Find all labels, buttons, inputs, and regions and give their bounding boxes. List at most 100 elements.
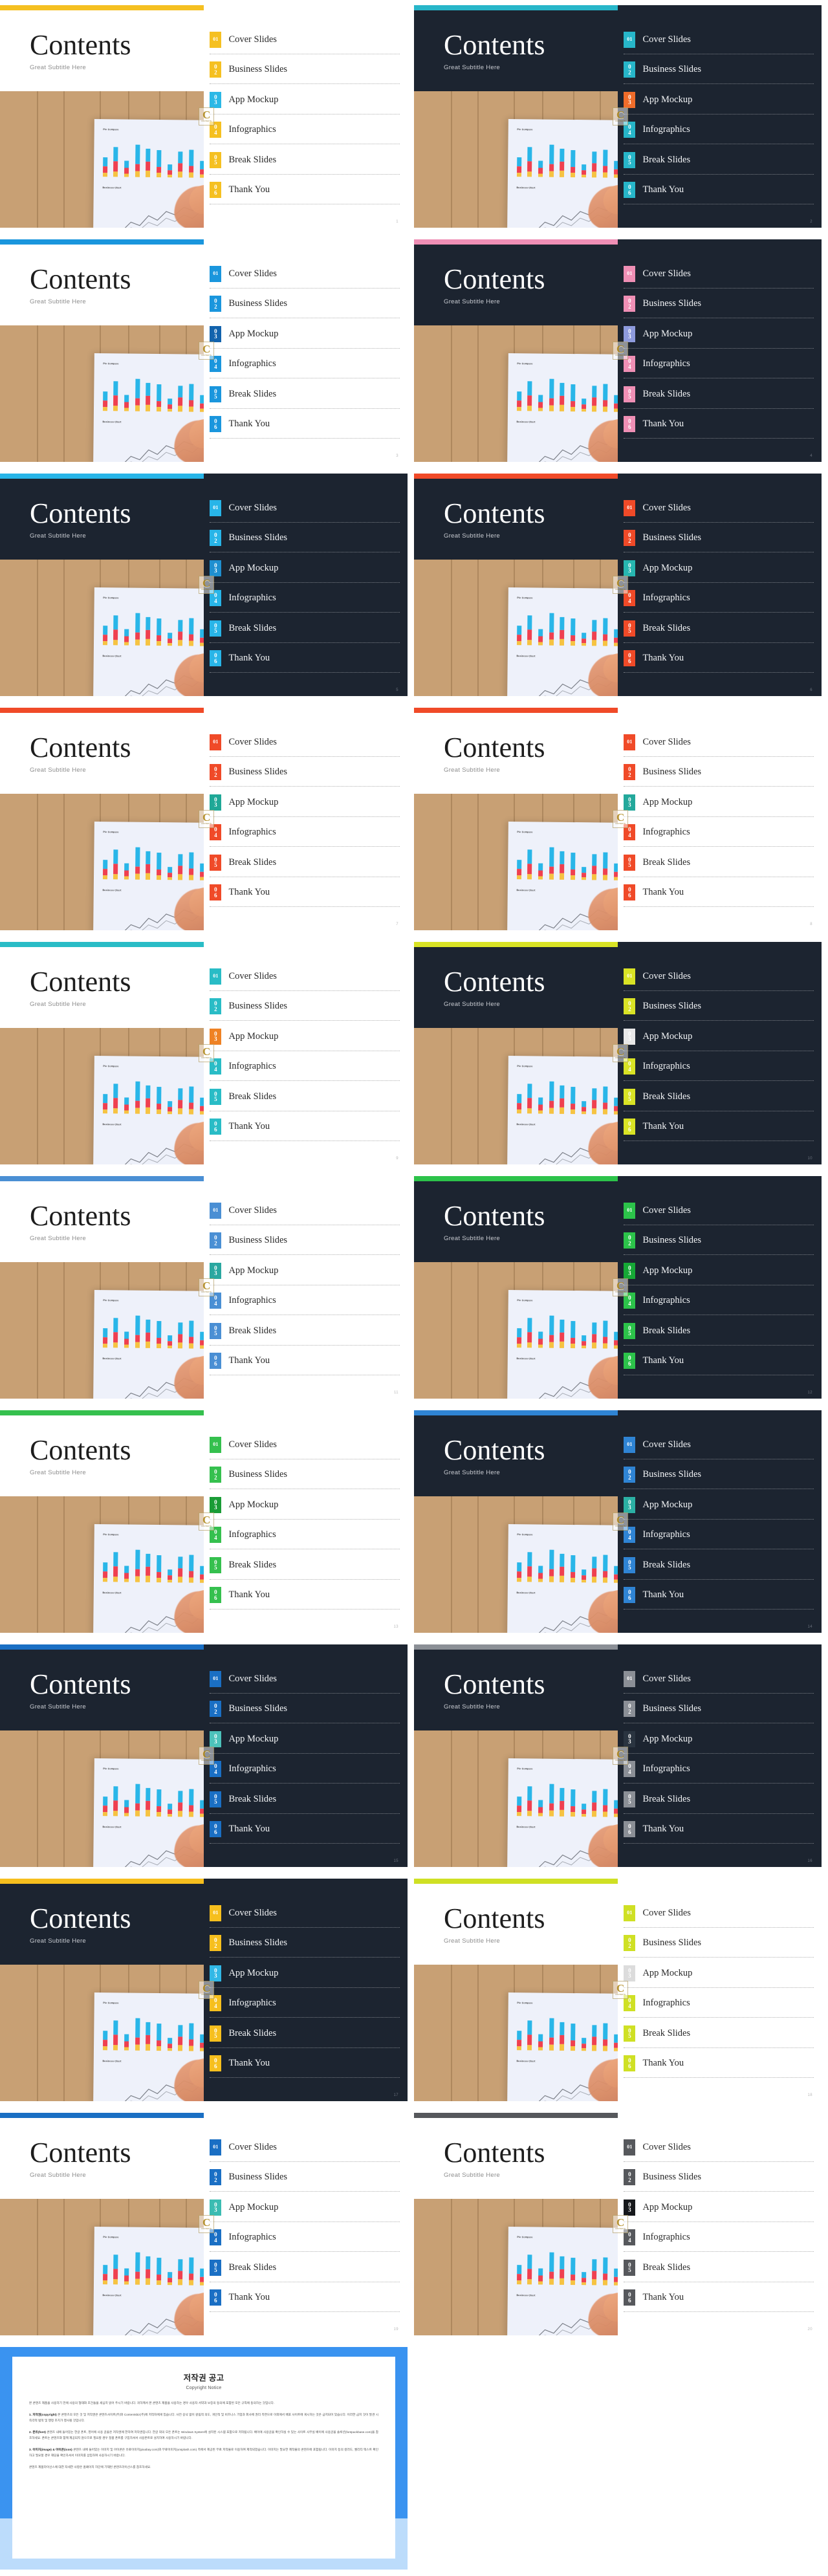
contents-item-3[interactable]: 03 App Mockup: [210, 553, 400, 584]
contents-item-4[interactable]: 04 Infographics: [624, 1754, 814, 1785]
contents-item-6[interactable]: 06 Thank You: [210, 644, 400, 674]
contents-item-1[interactable]: 01 Cover Slides: [624, 961, 814, 992]
contents-item-6[interactable]: 06 Thank You: [624, 1346, 814, 1377]
contents-item-1[interactable]: 01 Cover Slides: [624, 2132, 814, 2163]
contents-item-1[interactable]: 01 Cover Slides: [624, 1898, 814, 1928]
contents-item-2[interactable]: 02 Business Slides: [210, 1694, 400, 1725]
contents-item-3[interactable]: 03 App Mockup: [624, 1490, 814, 1520]
contents-item-6[interactable]: 06 Thank You: [210, 1815, 400, 1845]
contents-item-5[interactable]: 05 Break Slides: [210, 145, 400, 175]
contents-item-6[interactable]: 06 Thank You: [210, 878, 400, 908]
contents-item-3[interactable]: 03 App Mockup: [210, 2192, 400, 2223]
contents-item-3[interactable]: 03 App Mockup: [624, 1021, 814, 1052]
contents-item-3[interactable]: 03 App Mockup: [210, 787, 400, 818]
slide-thumbnail-16[interactable]: Contents Great Subtitle Here Pie Compare…: [414, 1639, 828, 1873]
contents-item-6[interactable]: 06 Thank You: [210, 409, 400, 440]
contents-item-2[interactable]: 02 Business Slides: [210, 758, 400, 788]
contents-item-4[interactable]: 04 Infographics: [624, 1520, 814, 1551]
contents-item-2[interactable]: 02 Business Slides: [624, 289, 814, 320]
contents-item-2[interactable]: 02 Business Slides: [210, 992, 400, 1022]
contents-item-2[interactable]: 02 Business Slides: [624, 1226, 814, 1256]
slide-thumbnail-7[interactable]: Contents Great Subtitle Here Pie Compare…: [0, 703, 414, 937]
contents-item-6[interactable]: 06 Thank You: [624, 1580, 814, 1611]
contents-item-2[interactable]: 02 Business Slides: [624, 992, 814, 1022]
contents-item-5[interactable]: 05 Break Slides: [624, 1316, 814, 1346]
contents-item-1[interactable]: 01 Cover Slides: [210, 727, 400, 758]
contents-item-4[interactable]: 04 Infographics: [210, 349, 400, 380]
contents-item-1[interactable]: 01 Cover Slides: [210, 2132, 400, 2163]
contents-item-5[interactable]: 05 Break Slides: [624, 2018, 814, 2049]
contents-item-6[interactable]: 06 Thank You: [624, 409, 814, 440]
contents-item-1[interactable]: 01 Cover Slides: [210, 1195, 400, 1226]
contents-item-2[interactable]: 02 Business Slides: [624, 1928, 814, 1959]
slide-thumbnail-13[interactable]: Contents Great Subtitle Here Pie Compare…: [0, 1405, 414, 1639]
slide-thumbnail-14[interactable]: Contents Great Subtitle Here Pie Compare…: [414, 1405, 828, 1639]
contents-item-6[interactable]: 06 Thank You: [210, 1112, 400, 1142]
contents-item-4[interactable]: 04 Infographics: [210, 2223, 400, 2253]
slide-thumbnail-6[interactable]: Contents Great Subtitle Here Pie Compare…: [414, 468, 828, 703]
contents-item-5[interactable]: 05 Break Slides: [624, 1082, 814, 1112]
contents-item-3[interactable]: 03 App Mockup: [210, 1490, 400, 1520]
contents-item-1[interactable]: 01 Cover Slides: [210, 961, 400, 992]
contents-item-2[interactable]: 02 Business Slides: [624, 55, 814, 85]
slide-thumbnail-17[interactable]: Contents Great Subtitle Here Pie Compare…: [0, 1873, 414, 2108]
contents-item-5[interactable]: 05 Break Slides: [210, 1082, 400, 1112]
contents-item-4[interactable]: 04 Infographics: [210, 1520, 400, 1551]
contents-item-2[interactable]: 02 Business Slides: [624, 1694, 814, 1725]
slide-thumbnail-2[interactable]: Contents Great Subtitle Here Pie Compare…: [414, 0, 828, 234]
slide-thumbnail-copyright[interactable]: 저작권 공고 Copyright Notice 본 콘텐츠 제품을 사용하기 전…: [0, 2342, 414, 2576]
contents-item-3[interactable]: 03 App Mockup: [210, 1724, 400, 1754]
contents-item-1[interactable]: 01 Cover Slides: [624, 727, 814, 758]
contents-item-5[interactable]: 05 Break Slides: [624, 379, 814, 409]
contents-item-2[interactable]: 02 Business Slides: [210, 1460, 400, 1490]
contents-item-4[interactable]: 04 Infographics: [624, 2223, 814, 2253]
slide-thumbnail-12[interactable]: Contents Great Subtitle Here Pie Compare…: [414, 1171, 828, 1405]
contents-item-3[interactable]: 03 App Mockup: [624, 319, 814, 349]
contents-item-4[interactable]: 04 Infographics: [624, 1286, 814, 1316]
contents-item-4[interactable]: 04 Infographics: [210, 115, 400, 146]
contents-item-3[interactable]: 03 App Mockup: [210, 1958, 400, 1989]
contents-item-3[interactable]: 03 App Mockup: [624, 2192, 814, 2223]
contents-item-5[interactable]: 05 Break Slides: [210, 847, 400, 878]
contents-item-6[interactable]: 06 Thank You: [210, 2283, 400, 2313]
contents-item-4[interactable]: 04 Infographics: [624, 584, 814, 614]
contents-item-6[interactable]: 06 Thank You: [210, 175, 400, 206]
contents-item-6[interactable]: 06 Thank You: [624, 1815, 814, 1845]
contents-item-5[interactable]: 05 Break Slides: [624, 2253, 814, 2283]
slide-thumbnail-19[interactable]: Contents Great Subtitle Here Pie Compare…: [0, 2108, 414, 2342]
contents-item-3[interactable]: 03 App Mockup: [210, 1256, 400, 1286]
slide-thumbnail-5[interactable]: Contents Great Subtitle Here Pie Compare…: [0, 468, 414, 703]
contents-item-1[interactable]: 01 Cover Slides: [624, 259, 814, 289]
contents-item-3[interactable]: 03 App Mockup: [210, 319, 400, 349]
contents-item-6[interactable]: 06 Thank You: [210, 1346, 400, 1377]
contents-item-6[interactable]: 06 Thank You: [624, 175, 814, 206]
slide-thumbnail-10[interactable]: Contents Great Subtitle Here Pie Compare…: [414, 937, 828, 1171]
contents-item-6[interactable]: 06 Thank You: [624, 878, 814, 908]
contents-item-4[interactable]: 04 Infographics: [624, 818, 814, 848]
contents-item-3[interactable]: 03 App Mockup: [624, 1958, 814, 1989]
slide-thumbnail-8[interactable]: Contents Great Subtitle Here Pie Compare…: [414, 703, 828, 937]
contents-item-2[interactable]: 02 Business Slides: [210, 1226, 400, 1256]
contents-item-4[interactable]: 04 Infographics: [210, 1286, 400, 1316]
contents-item-4[interactable]: 04 Infographics: [210, 584, 400, 614]
contents-item-1[interactable]: 01 Cover Slides: [210, 493, 400, 523]
contents-item-4[interactable]: 04 Infographics: [624, 115, 814, 146]
contents-item-3[interactable]: 03 App Mockup: [210, 1021, 400, 1052]
contents-item-1[interactable]: 01 Cover Slides: [210, 1664, 400, 1694]
contents-item-5[interactable]: 05 Break Slides: [624, 613, 814, 644]
contents-item-1[interactable]: 01 Cover Slides: [210, 259, 400, 289]
contents-item-1[interactable]: 01 Cover Slides: [210, 25, 400, 55]
contents-item-5[interactable]: 05 Break Slides: [210, 1316, 400, 1346]
slide-thumbnail-4[interactable]: Contents Great Subtitle Here Pie Compare…: [414, 234, 828, 468]
contents-item-5[interactable]: 05 Break Slides: [624, 1550, 814, 1580]
contents-item-3[interactable]: 03 App Mockup: [624, 1724, 814, 1754]
contents-item-3[interactable]: 03 App Mockup: [624, 85, 814, 115]
contents-item-2[interactable]: 02 Business Slides: [210, 289, 400, 320]
contents-item-1[interactable]: 01 Cover Slides: [624, 1430, 814, 1460]
contents-item-4[interactable]: 04 Infographics: [624, 349, 814, 380]
slide-thumbnail-3[interactable]: Contents Great Subtitle Here Pie Compare…: [0, 234, 414, 468]
contents-item-3[interactable]: 03 App Mockup: [624, 553, 814, 584]
contents-item-3[interactable]: 03 App Mockup: [624, 1256, 814, 1286]
contents-item-2[interactable]: 02 Business Slides: [210, 1928, 400, 1959]
contents-item-2[interactable]: 02 Business Slides: [210, 55, 400, 85]
